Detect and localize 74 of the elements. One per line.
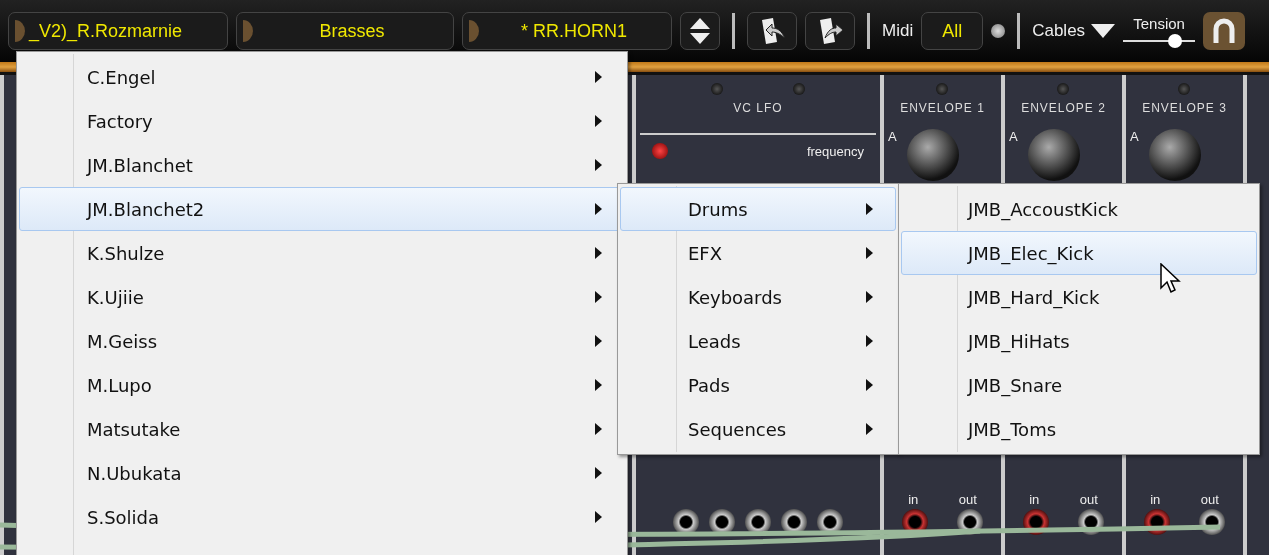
submenu-arrow-icon bbox=[866, 247, 873, 259]
knob-label: A bbox=[1130, 129, 1139, 144]
slider-thumb[interactable] bbox=[1167, 33, 1182, 48]
module-title: ENVELOPE 2 bbox=[1021, 101, 1106, 115]
menu-item[interactable]: S.Solida bbox=[19, 495, 625, 539]
indicator-lamp bbox=[652, 143, 668, 159]
knob-label: frequency bbox=[806, 143, 864, 159]
module-title: ENVELOPE 3 bbox=[1142, 101, 1227, 115]
preset-selector[interactable]: _V2)_R.Rozmarnie bbox=[8, 12, 228, 50]
up-down-arrows-icon bbox=[688, 16, 712, 46]
output-label: out bbox=[1200, 492, 1219, 507]
midi-label: Midi bbox=[882, 21, 914, 41]
submenu-arrow-icon bbox=[866, 335, 873, 347]
submenu-arrow-icon bbox=[866, 203, 873, 215]
menu-item[interactable]: JMB_Elec_Kick bbox=[901, 231, 1257, 275]
pointer-cursor-icon bbox=[1160, 263, 1182, 295]
menu-item[interactable]: Sequences bbox=[620, 407, 896, 451]
midi-channel-selector[interactable]: All bbox=[921, 12, 984, 50]
output-label: out bbox=[958, 492, 977, 507]
headphones-icon bbox=[1212, 17, 1237, 45]
menu-item[interactable]: Drums bbox=[620, 187, 896, 231]
output-label: out bbox=[1079, 492, 1098, 507]
submenu-arrow-icon bbox=[595, 423, 602, 435]
screw-icon bbox=[1178, 83, 1191, 95]
load-patch-button[interactable] bbox=[747, 12, 797, 50]
up-down-button[interactable] bbox=[680, 12, 720, 50]
submenu-arrow-icon bbox=[595, 511, 602, 523]
menu-item[interactable]: JM.Blanchet bbox=[19, 143, 625, 187]
submenu-arrow-icon bbox=[595, 159, 602, 171]
preset-selector[interactable]: * RR.HORN1 bbox=[462, 12, 672, 50]
submenu-arrow-icon bbox=[595, 71, 602, 83]
submenu-arrow-icon bbox=[595, 335, 602, 347]
menu-item[interactable]: EFX bbox=[620, 231, 896, 275]
module-title: ENVELOPE 1 bbox=[900, 101, 985, 115]
submenu-arrow-icon bbox=[866, 291, 873, 303]
dropdown-arrow-icon[interactable] bbox=[1091, 24, 1116, 38]
screw-icon bbox=[793, 83, 806, 95]
screw-icon bbox=[710, 83, 723, 95]
input-label: in bbox=[1029, 492, 1040, 507]
screw-icon bbox=[1057, 83, 1070, 95]
module-title: VC LFO bbox=[733, 101, 783, 115]
knob[interactable] bbox=[906, 129, 959, 181]
menu-item[interactable]: JMB_Snare bbox=[901, 363, 1257, 407]
preset-selector[interactable]: Brasses bbox=[236, 12, 454, 50]
menu-item[interactable]: C.Engel bbox=[19, 55, 625, 99]
jack-socket[interactable] bbox=[673, 509, 699, 535]
menu-item[interactable]: Factory bbox=[19, 99, 625, 143]
knob[interactable] bbox=[1148, 129, 1201, 181]
menu-item[interactable]: JMB_Toms bbox=[901, 407, 1257, 451]
input-label: in bbox=[1150, 492, 1161, 507]
headphones-button[interactable] bbox=[1203, 12, 1246, 50]
submenu-arrow-icon bbox=[595, 467, 602, 479]
save-patch-button[interactable] bbox=[805, 12, 855, 50]
menu-item[interactable]: N.Ubukata bbox=[19, 451, 625, 495]
menu-item[interactable]: JMB_AccoustKick bbox=[901, 187, 1257, 231]
knob[interactable] bbox=[1027, 129, 1080, 181]
submenu-arrow-icon bbox=[595, 115, 602, 127]
input-label: in bbox=[908, 492, 919, 507]
submenu-arrow-icon bbox=[595, 291, 602, 303]
knob-label: A bbox=[1009, 129, 1018, 144]
knob-label: A bbox=[888, 129, 897, 144]
menu-item[interactable]: Pads bbox=[620, 363, 896, 407]
menu-item[interactable]: Keyboards bbox=[620, 275, 896, 319]
tension-label: Tension bbox=[1133, 14, 1185, 32]
screw-icon bbox=[936, 83, 949, 95]
menu-item[interactable]: JMB_Hard_Kick bbox=[901, 275, 1257, 319]
submenu-arrow-icon bbox=[866, 423, 873, 435]
menu-item[interactable]: Leads bbox=[620, 319, 896, 363]
submenu-arrow-icon bbox=[595, 379, 602, 391]
menu-item[interactable]: JMB_HiHats bbox=[901, 319, 1257, 363]
submenu-arrow-icon bbox=[595, 203, 602, 215]
cables-label: Cables bbox=[1032, 21, 1086, 41]
submenu-arrow-icon bbox=[866, 379, 873, 391]
submenu-arrow-icon bbox=[595, 247, 602, 259]
